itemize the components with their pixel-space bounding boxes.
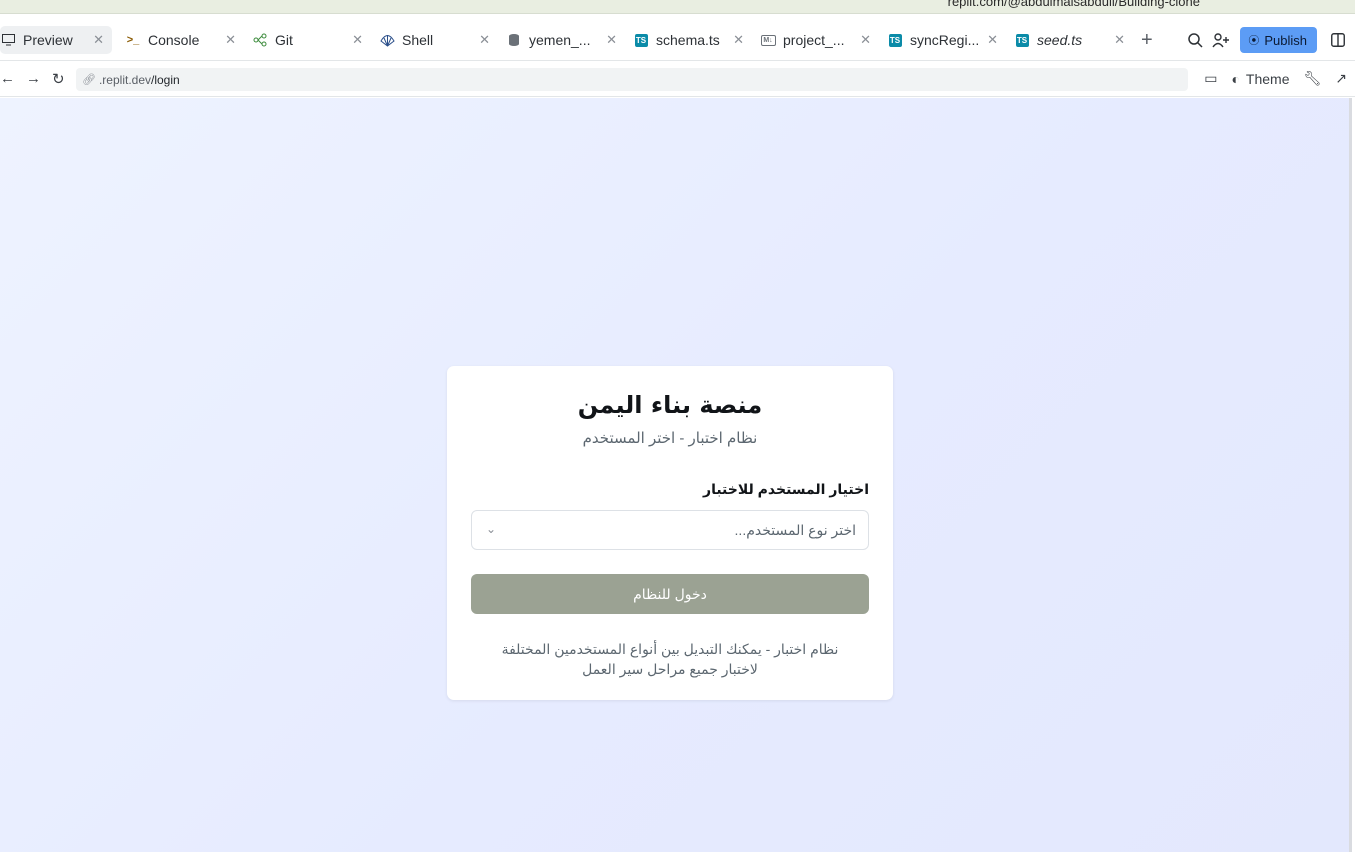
top-strip: replit.com/@abdulmalsabdull/Building-clo… (0, 0, 1355, 14)
tab-label: Git (275, 32, 293, 48)
back-arrow-icon[interactable]: ← (0, 70, 15, 87)
tab-label: Preview (23, 32, 73, 48)
tab-seed[interactable]: TS seed.ts ✕ (1006, 26, 1133, 54)
new-tab-icon[interactable]: + (1141, 29, 1153, 52)
tab-schema[interactable]: TS schema.ts ✕ (625, 26, 752, 54)
url-path: /login (151, 72, 180, 87)
tab-label: syncRegi... (910, 32, 980, 48)
reload-icon[interactable]: ↻ (52, 70, 65, 88)
address-bar: ← → ↻ 🔗︎ .replit.dev /login ▭ ◐ Theme 🔧︎… (0, 62, 1355, 97)
tab-console[interactable]: >_ Console ✕ (117, 26, 244, 54)
tab-label: Console (148, 32, 200, 48)
close-icon[interactable]: ✕ (1114, 32, 1125, 48)
info-note-line: نظام اختبار - يمكنك التبديل بين أنواع ال… (501, 641, 839, 657)
shell-icon (379, 32, 395, 48)
ts-file-icon: TS (634, 33, 648, 47)
tab-label: Shell (402, 32, 434, 48)
user-type-select[interactable]: اختر نوع المستخدم... ⌄ (471, 510, 869, 550)
tab-shell[interactable]: Shell ✕ (371, 26, 498, 54)
info-note-line: لاختبار جميع مراحل سير العمل (582, 661, 758, 677)
url-host: .replit.dev (98, 72, 151, 87)
palette-icon[interactable]: ◐ (1231, 71, 1239, 87)
close-icon[interactable]: ✕ (225, 32, 236, 48)
publish-icon: ⦿ (1248, 35, 1260, 47)
url-input[interactable]: 🔗︎ .replit.dev /login (76, 68, 1188, 91)
page-subtitle: نظام اختبار - اختر المستخدم (582, 430, 758, 447)
close-icon[interactable]: ✕ (606, 32, 617, 48)
page-title: منصة بناء اليمن (577, 391, 763, 419)
publish-button[interactable]: ⦿ Publish (1240, 27, 1317, 53)
close-icon[interactable]: ✕ (987, 32, 998, 48)
markdown-file-icon: M↓ (760, 32, 776, 48)
tab-sync-regi[interactable]: TS syncRegi... ✕ (879, 26, 1006, 54)
select-placeholder: اختر نوع المستخدم... (734, 521, 856, 538)
close-icon[interactable]: ✕ (733, 32, 744, 48)
search-icon[interactable] (1182, 27, 1208, 53)
tab-yemen-db[interactable]: yemen_... ✕ (498, 26, 625, 54)
preview-viewport: منصة بناء اليمن نظام اختبار - اختر المست… (0, 98, 1352, 852)
close-icon[interactable]: ✕ (93, 32, 104, 48)
add-user-icon[interactable] (1208, 27, 1234, 53)
user-select-label: اختيار المستخدم للاختبار (703, 481, 869, 497)
theme-button[interactable]: Theme (1246, 71, 1290, 87)
tab-label: yemen_... (529, 32, 591, 48)
tab-label: project_... (783, 32, 845, 48)
link-icon: 🔗︎ (82, 74, 96, 86)
split-pane-icon[interactable] (1325, 27, 1351, 53)
monitor-icon (0, 32, 16, 48)
close-icon[interactable]: ✕ (860, 32, 871, 48)
close-icon[interactable]: ✕ (352, 32, 363, 48)
login-button[interactable]: دخول للنظام (471, 574, 869, 614)
header-tools: ⦿ Publish (1182, 27, 1355, 53)
login-card: منصة بناء اليمن نظام اختبار - اختر المست… (447, 366, 893, 700)
close-icon[interactable]: ✕ (479, 32, 490, 48)
ts-file-icon: TS (888, 33, 902, 47)
wrench-icon[interactable]: 🔧︎ (1303, 70, 1321, 87)
tab-project-md[interactable]: M↓ project_... ✕ (752, 26, 879, 54)
open-external-icon[interactable]: ↗ (1335, 70, 1347, 87)
top-url: replit.com/@abdulmalsabdull/Building-clo… (947, 0, 1200, 9)
devices-icon[interactable]: ▭ (1204, 70, 1217, 87)
ts-file-icon: TS (1015, 33, 1029, 47)
tab-git[interactable]: Git ✕ (244, 26, 371, 54)
info-note: نظام اختبار - يمكنك التبديل بين أنواع ال… (497, 639, 843, 679)
tab-label: seed.ts (1037, 32, 1083, 48)
terminal-icon: >_ (126, 34, 140, 46)
publish-label: Publish (1264, 32, 1307, 48)
chevron-down-icon: ⌄ (486, 522, 497, 536)
tab-preview[interactable]: Preview ✕ (0, 26, 112, 54)
address-tools: ▭ ◐ Theme 🔧︎ ↗ (1190, 70, 1347, 87)
forward-arrow-icon[interactable]: → (26, 70, 41, 87)
git-icon (252, 32, 268, 48)
database-icon (506, 32, 522, 48)
tab-label: schema.ts (656, 32, 720, 48)
